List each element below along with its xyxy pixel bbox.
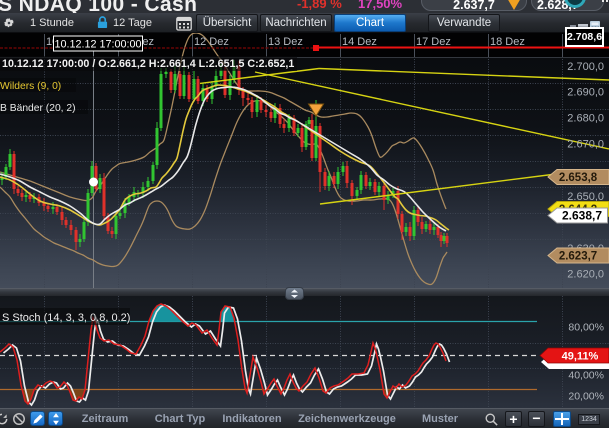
svg-text:14 Dez: 14 Dez (342, 36, 377, 48)
svg-text:80,00%: 80,00% (568, 322, 604, 334)
svg-text:13 Dez: 13 Dez (268, 36, 303, 48)
svg-text:2.653,8: 2.653,8 (559, 172, 598, 184)
svg-text:2.623,7: 2.623,7 (559, 251, 597, 263)
svg-text:12 Dez: 12 Dez (194, 36, 229, 48)
svg-text:Wilders (9, 0): Wilders (9, 0) (0, 81, 61, 92)
svg-text:10.12.12 17:00:00: 10.12.12 17:00:00 (54, 39, 141, 51)
svg-text:20,00%: 20,00% (568, 391, 604, 403)
svg-text:2.620,0: 2.620,0 (567, 269, 604, 281)
svg-text:10.12.12 17:00:00 / O:2.661,2: 10.12.12 17:00:00 / O:2.661,2 H:2.661,4 … (2, 58, 294, 70)
svg-text:2.680,0: 2.680,0 (567, 113, 604, 125)
svg-text:2.638,7: 2.638,7 (562, 209, 602, 223)
svg-text:S Stoch (14, 3, 3, 0.8, 0.2): S Stoch (14, 3, 3, 0.8, 0.2) (2, 312, 130, 324)
svg-text:18 Dez: 18 Dez (490, 36, 525, 48)
svg-text:17 Dez: 17 Dez (416, 36, 451, 48)
svg-text:49,11%: 49,11% (562, 351, 599, 363)
svg-text:2.700,0: 2.700,0 (567, 61, 604, 73)
svg-text:B Bänder (20, 2): B Bänder (20, 2) (0, 103, 76, 114)
svg-text:2.670,0: 2.670,0 (567, 139, 604, 151)
svg-text:2.690,0: 2.690,0 (567, 87, 604, 99)
svg-text:40,00%: 40,00% (568, 370, 604, 382)
